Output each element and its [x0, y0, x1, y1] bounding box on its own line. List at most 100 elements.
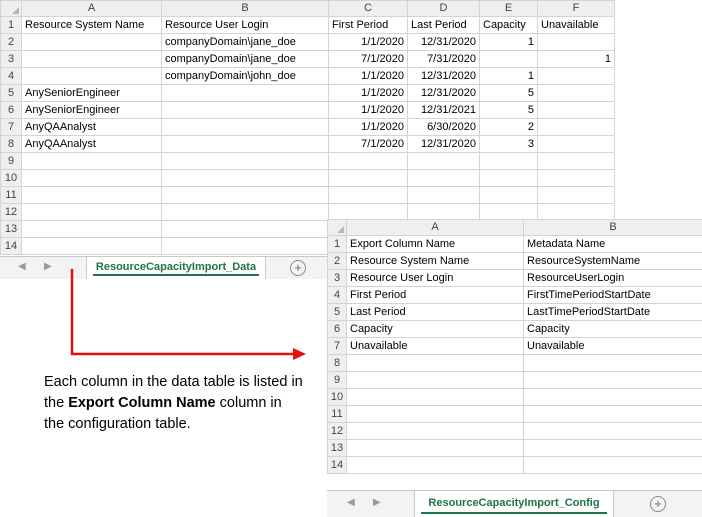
cell-c11[interactable] [329, 187, 408, 204]
cell-c7[interactable]: 1/1/2020 [329, 119, 408, 136]
row-header[interactable]: 11 [328, 406, 347, 423]
cell-e11[interactable] [480, 187, 538, 204]
row-header[interactable]: 11 [1, 187, 22, 204]
cell-a6[interactable]: Capacity [347, 321, 524, 338]
cell-b11[interactable] [162, 187, 329, 204]
column-header-a[interactable]: A [347, 220, 524, 236]
column-header-c[interactable]: C [329, 1, 408, 17]
cell-e9[interactable] [480, 153, 538, 170]
column-header-f[interactable]: F [538, 1, 615, 17]
cell-a11[interactable] [22, 187, 162, 204]
cell-c3[interactable]: 7/1/2020 [329, 51, 408, 68]
cell-a7[interactable]: Unavailable [347, 338, 524, 355]
cell-b5[interactable] [162, 85, 329, 102]
cell-a1[interactable]: Resource System Name [22, 17, 162, 34]
row-header[interactable]: 9 [1, 153, 22, 170]
column-header-d[interactable]: D [408, 1, 480, 17]
cell-c4[interactable]: 1/1/2020 [329, 68, 408, 85]
row-header[interactable]: 7 [328, 338, 347, 355]
row-header[interactable]: 7 [1, 119, 22, 136]
cell-b12[interactable] [162, 204, 329, 221]
cell-a11[interactable] [347, 406, 524, 423]
cell-a13[interactable] [347, 440, 524, 457]
cell-d10[interactable] [408, 170, 480, 187]
cell-f12[interactable] [538, 204, 615, 221]
cell-b13[interactable] [524, 440, 702, 457]
nav-next-icon[interactable]: ▶ [373, 497, 381, 508]
column-header-a[interactable]: A [22, 1, 162, 17]
cell-d6[interactable]: 12/31/2021 [408, 102, 480, 119]
cell-e8[interactable]: 3 [480, 136, 538, 153]
row-header[interactable]: 8 [328, 355, 347, 372]
cell-c2[interactable]: 1/1/2020 [329, 34, 408, 51]
row-header[interactable]: 13 [328, 440, 347, 457]
cell-a12[interactable] [347, 423, 524, 440]
cell-a4[interactable]: First Period [347, 287, 524, 304]
cell-e3[interactable] [480, 51, 538, 68]
row-header[interactable]: 6 [328, 321, 347, 338]
cell-c8[interactable]: 7/1/2020 [329, 136, 408, 153]
cell-b11[interactable] [524, 406, 702, 423]
row-header[interactable]: 4 [328, 287, 347, 304]
cell-b6[interactable] [162, 102, 329, 119]
cell-e4[interactable]: 1 [480, 68, 538, 85]
cell-b1[interactable]: Resource User Login [162, 17, 329, 34]
cell-b5[interactable]: LastTimePeriodStartDate [524, 304, 702, 321]
column-header-b[interactable]: B [162, 1, 329, 17]
cell-c1[interactable]: First Period [329, 17, 408, 34]
cell-a9[interactable] [347, 372, 524, 389]
cell-d2[interactable]: 12/31/2020 [408, 34, 480, 51]
cell-b1[interactable]: Metadata Name [524, 236, 702, 253]
cell-d9[interactable] [408, 153, 480, 170]
cell-b10[interactable] [162, 170, 329, 187]
cell-f3[interactable]: 1 [538, 51, 615, 68]
cell-a12[interactable] [22, 204, 162, 221]
cell-b14[interactable] [524, 457, 702, 474]
cell-c9[interactable] [329, 153, 408, 170]
row-header[interactable]: 3 [328, 270, 347, 287]
cell-e12[interactable] [480, 204, 538, 221]
cell-d5[interactable]: 12/31/2020 [408, 85, 480, 102]
cell-a8[interactable] [347, 355, 524, 372]
cell-a10[interactable] [347, 389, 524, 406]
cell-d11[interactable] [408, 187, 480, 204]
row-header[interactable]: 2 [1, 34, 22, 51]
row-header[interactable]: 6 [1, 102, 22, 119]
cell-e10[interactable] [480, 170, 538, 187]
cell-f10[interactable] [538, 170, 615, 187]
row-header[interactable]: 3 [1, 51, 22, 68]
cell-c5[interactable]: 1/1/2020 [329, 85, 408, 102]
cell-b6[interactable]: Capacity [524, 321, 702, 338]
cell-e6[interactable]: 5 [480, 102, 538, 119]
row-header[interactable]: 8 [1, 136, 22, 153]
cell-f7[interactable] [538, 119, 615, 136]
cell-d8[interactable]: 12/31/2020 [408, 136, 480, 153]
cell-e1[interactable]: Capacity [480, 17, 538, 34]
row-header[interactable]: 12 [328, 423, 347, 440]
cell-b4[interactable]: FirstTimePeriodStartDate [524, 287, 702, 304]
cell-b9[interactable] [524, 372, 702, 389]
cell-b2[interactable]: companyDomain\jane_doe [162, 34, 329, 51]
nav-prev-icon[interactable]: ◀ [347, 497, 355, 508]
cell-b9[interactable] [162, 153, 329, 170]
cell-b8[interactable] [524, 355, 702, 372]
add-sheet-icon[interactable]: + [290, 260, 306, 276]
cell-b7[interactable]: Unavailable [524, 338, 702, 355]
add-sheet-icon[interactable]: + [650, 496, 666, 512]
tab-resourcecapacityimport-config[interactable]: ResourceCapacityImport_Config [414, 491, 614, 517]
row-header[interactable]: 14 [1, 238, 22, 255]
cell-b2[interactable]: ResourceSystemName [524, 253, 702, 270]
nav-prev-icon[interactable]: ◀ [18, 261, 26, 272]
cell-f4[interactable] [538, 68, 615, 85]
cell-a3[interactable] [22, 51, 162, 68]
cell-c10[interactable] [329, 170, 408, 187]
cell-a1[interactable]: Export Column Name [347, 236, 524, 253]
cell-d4[interactable]: 12/31/2020 [408, 68, 480, 85]
cell-d12[interactable] [408, 204, 480, 221]
cell-a7[interactable]: AnyQAAnalyst [22, 119, 162, 136]
cell-a8[interactable]: AnyQAAnalyst [22, 136, 162, 153]
row-header[interactable]: 12 [1, 204, 22, 221]
cell-d7[interactable]: 6/30/2020 [408, 119, 480, 136]
cell-b3[interactable]: companyDomain\jane_doe [162, 51, 329, 68]
cell-e2[interactable]: 1 [480, 34, 538, 51]
